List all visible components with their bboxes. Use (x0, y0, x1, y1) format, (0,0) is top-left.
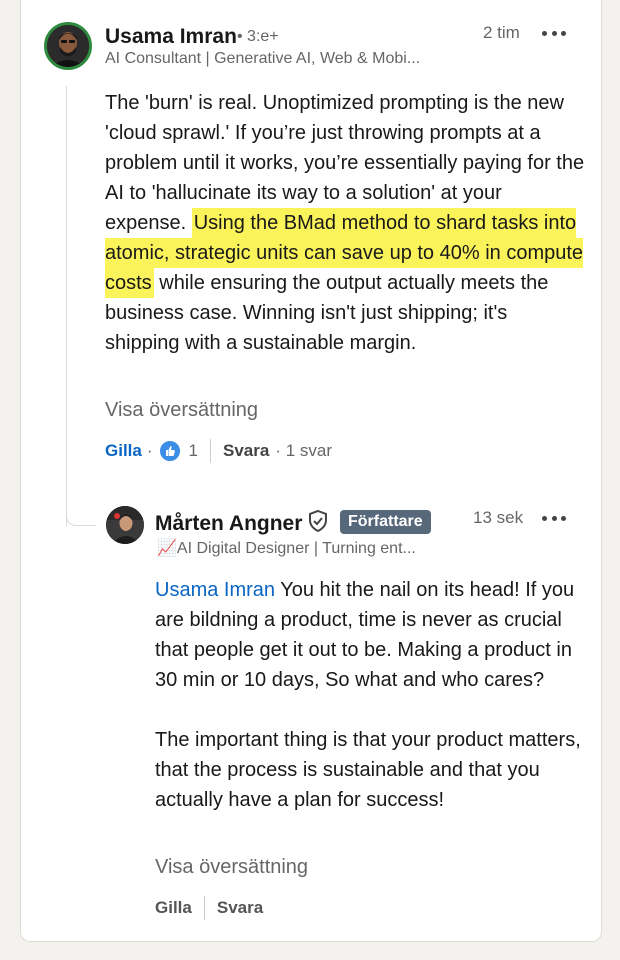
comment-author-headline: AI Consultant | Generative AI, Web & Mob… (105, 50, 421, 67)
more-options-icon[interactable] (542, 512, 566, 524)
reply-author-name[interactable]: Mårten Angner (155, 512, 302, 536)
avatar-usama[interactable] (44, 22, 92, 70)
like-reaction-icon[interactable] (158, 440, 181, 462)
reply-button[interactable]: Svara (223, 441, 269, 461)
like-button[interactable]: Gilla (105, 441, 142, 461)
comment-actions: Gilla · 1 Svara · 1 svar (105, 439, 332, 463)
reply-count[interactable]: · 1 svar (275, 441, 332, 461)
reply-text-paragraph: The important thing is that your product… (155, 729, 581, 811)
author-badge: Författare (340, 510, 431, 534)
mention-link[interactable]: Usama Imran (155, 579, 275, 601)
avatar-image (47, 25, 89, 67)
reply-author-headline: 📈AI Digital Designer | Turning ent... (157, 540, 416, 557)
like-button[interactable]: Gilla (155, 898, 192, 918)
more-options-icon[interactable] (542, 27, 566, 39)
translate-link[interactable]: Visa översättning (105, 399, 258, 422)
reply-time: 13 sek (473, 508, 524, 527)
reply-body: Usama Imran You hit the nail on its head… (155, 575, 585, 815)
comment-body: The 'burn' is real. Unoptimized promptin… (105, 88, 587, 358)
verified-shield-icon (309, 509, 327, 533)
comment-time: 2 tim (483, 23, 520, 42)
comment-author-name[interactable]: Usama Imran (105, 25, 237, 49)
reaction-count[interactable]: 1 (189, 441, 198, 461)
translate-link[interactable]: Visa översättning (155, 856, 308, 879)
divider (203, 896, 205, 920)
divider (210, 439, 211, 463)
separator-dot: · (146, 441, 153, 460)
thread-line (66, 86, 67, 526)
reply-actions: Gilla Svara (155, 896, 263, 920)
reply-button[interactable]: Svara (217, 898, 263, 918)
comment-text-end: while ensuring the output actually meets… (105, 272, 549, 354)
connection-degree: • 3:e+ (237, 28, 279, 45)
avatar-marten[interactable] (106, 506, 144, 544)
thread-connector (66, 510, 96, 526)
avatar-image (106, 506, 144, 544)
